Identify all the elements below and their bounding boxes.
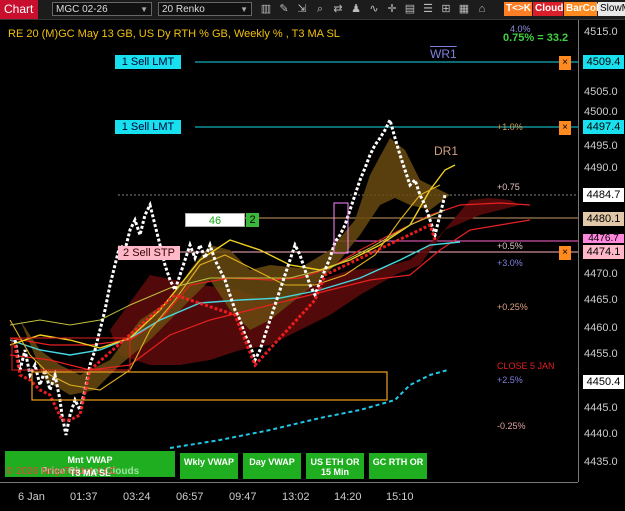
time-tick: 06:57 — [176, 491, 204, 503]
plus-025pct-label: +0.25% — [497, 302, 528, 312]
tk-toggle-button[interactable]: T<>K — [504, 2, 532, 16]
plus-25pct-label: +2.5% — [497, 375, 523, 385]
strategy-icon[interactable]: ♟ — [348, 2, 364, 16]
grid-icon[interactable]: ▦ — [456, 2, 472, 16]
dashed-vwap-line — [169, 369, 449, 449]
price-tick: 4465.0 — [584, 294, 618, 306]
bar-type-label: 20 Renko — [162, 4, 205, 15]
entry-price-box: 4480.1 — [583, 212, 624, 226]
snap-icon[interactable]: ⇲ — [294, 2, 310, 16]
cloud-toggle-button[interactable]: Cloud — [533, 2, 563, 16]
price-tick: 4455.0 — [584, 348, 618, 360]
time-tick: 15:10 — [386, 491, 414, 503]
chart-style-icon[interactable]: ▥ — [258, 2, 274, 16]
instrument-selector[interactable]: MGC 02-26 ▼ — [52, 2, 152, 16]
mouse-icon[interactable]: ⌂ — [474, 2, 490, 16]
close-label: CLOSE 5 JAN — [497, 361, 555, 371]
templates-icon[interactable]: ▤ — [402, 2, 418, 16]
instrument-label: MGC 02-26 — [56, 4, 108, 15]
time-axis[interactable]: 6 Jan 01:37 03:24 06:57 09:47 13:02 14:2… — [0, 482, 578, 511]
chevron-down-icon: ▼ — [140, 5, 148, 14]
plus-05pct-label: +0.5% — [497, 241, 523, 251]
drawing-tool-icon[interactable]: ✎ — [276, 2, 292, 16]
time-tick: 13:02 — [282, 491, 310, 503]
position-qty[interactable]: 46 — [185, 213, 245, 227]
mnt-vwap-label: Mnt VWAP — [67, 455, 113, 465]
sell-limit-order-2[interactable]: 1 Sell LMT — [115, 120, 181, 134]
plus-3pct-label: +3.0% — [497, 258, 523, 268]
properties-icon[interactable]: ☰ — [420, 2, 436, 16]
chevron-down-icon: ▼ — [240, 5, 248, 14]
plus-075-label: +0.75 — [497, 182, 520, 192]
slowma-toggle-button[interactable]: SlowM — [598, 2, 625, 16]
time-tick: 6 Jan — [18, 491, 45, 503]
dr1-label: DR1 — [434, 144, 459, 158]
last-price-box: 4484.7 — [583, 188, 624, 202]
cancel-order-icon[interactable]: × — [559, 246, 571, 260]
sell-limit-price-2: 4497.4 — [583, 120, 624, 134]
wr1-label: WR1 — [430, 47, 457, 61]
price-tick: 4490.0 — [584, 162, 618, 174]
price-tick: 4470.0 — [584, 268, 618, 280]
cancel-order-icon[interactable]: × — [559, 121, 571, 135]
price-tick: 4495.0 — [584, 140, 618, 152]
price-tick: 4445.0 — [584, 402, 618, 414]
price-tick: 4435.0 — [584, 456, 618, 468]
partial-price-box: 4476.7 — [583, 234, 624, 243]
chart-menu-button[interactable]: Chart — [0, 0, 38, 19]
indicators-icon[interactable]: ∿ — [366, 2, 382, 16]
day-vwap-button[interactable]: Day VWAP — [243, 453, 301, 479]
chart-plot-area[interactable]: RE 20 (M)GC May 13 GB, US Dy RTH % GB, W… — [0, 20, 578, 482]
price-tick: 4460.0 — [584, 322, 618, 334]
price-tick: 4440.0 — [584, 428, 618, 440]
price-tick: 4500.0 — [584, 106, 618, 118]
time-tick: 01:37 — [70, 491, 98, 503]
barcol-toggle-button[interactable]: BarCol — [564, 2, 599, 16]
plus-1pct-label: +1.0% — [497, 122, 523, 132]
chart-toolbar: Chart MGC 02-26 ▼ 20 Renko ▼ ▥ ✎ ⇲ ⌕ ⇄ ♟… — [0, 0, 625, 20]
time-tick: 03:24 — [123, 491, 151, 503]
cancel-order-icon[interactable]: × — [559, 56, 571, 70]
chart-trader-icon[interactable]: ⇄ — [330, 2, 346, 16]
low-price-box: 4450.4 — [583, 375, 624, 389]
gc-rth-or-button[interactable]: GC RTH OR — [369, 453, 427, 479]
sell-stop-order[interactable]: 2 Sell STP — [118, 246, 180, 260]
ratio-label: 0.75% = 33.2 — [503, 32, 569, 44]
sell-limit-order-1[interactable]: 1 Sell LMT — [115, 55, 181, 69]
crosshair-icon[interactable]: ✛ — [384, 2, 400, 16]
chart-title: RE 20 (M)GC May 13 GB, US Dy RTH % GB, W… — [8, 28, 340, 40]
price-tick: 4505.0 — [584, 86, 618, 98]
position-count[interactable]: 2 — [246, 213, 259, 227]
price-axis[interactable]: 4515.0 4505.0 4500.0 4495.0 4490.0 4465.… — [578, 20, 625, 482]
time-tick: 14:20 — [334, 491, 362, 503]
zoom-icon[interactable]: ⌕ — [312, 2, 328, 16]
us-eth-or-button[interactable]: US ETH OR 15 Min — [306, 453, 364, 479]
time-tick: 09:47 — [229, 491, 257, 503]
bar-type-selector[interactable]: 20 Renko ▼ — [158, 2, 252, 16]
price-chart-canvas — [9, 61, 578, 449]
lock-icon[interactable]: ⊞ — [438, 2, 454, 16]
price-tick: 4515.0 — [584, 26, 618, 38]
stop-price-box: 4474.1 — [583, 245, 624, 259]
sell-limit-price-1: 4509.4 — [583, 55, 624, 69]
minus-025pct-label: -0.25% — [497, 421, 526, 431]
wkly-vwap-button[interactable]: Wkly VWAP — [180, 453, 238, 479]
t3-ma-label: T3 MA SL — [70, 468, 111, 478]
